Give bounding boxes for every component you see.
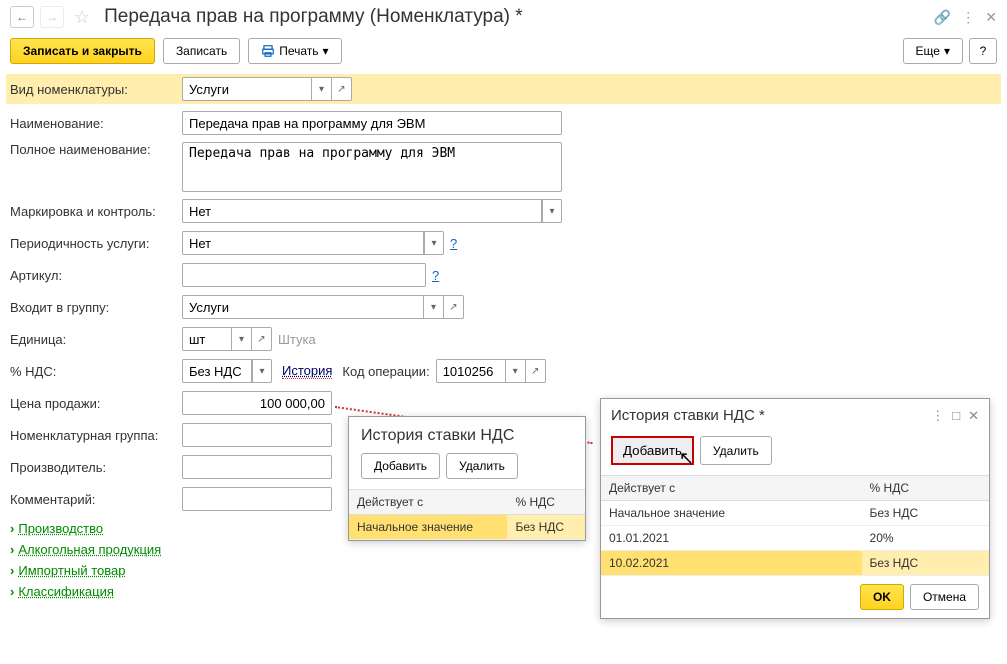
label-fullname: Полное наименование: — [10, 142, 182, 157]
favorite-icon[interactable]: ☆ — [74, 7, 90, 28]
col-vat: % НДС — [507, 490, 585, 515]
label-name: Наименование: — [10, 116, 182, 131]
type-input[interactable] — [182, 77, 312, 101]
manufacturer-input[interactable] — [182, 455, 332, 479]
label-type: Вид номенклатуры: — [10, 82, 182, 97]
periodicity-input[interactable] — [182, 231, 424, 255]
chevron-down-icon: ▾ — [323, 44, 329, 58]
label-unit: Единица: — [10, 332, 182, 347]
comment-input[interactable] — [182, 487, 332, 511]
popup1-title: История ставки НДС — [349, 417, 585, 453]
row-vat: % НДС: ▾ История Код операции: ▾ ↗ — [10, 358, 997, 384]
unit-input[interactable] — [182, 327, 232, 351]
op-code-input[interactable] — [436, 359, 506, 383]
more-icon[interactable]: ⋮ — [931, 408, 944, 424]
marking-input[interactable] — [182, 199, 542, 223]
save-and-close-button[interactable]: Записать и закрыть — [10, 38, 155, 64]
fullname-input[interactable]: Передача прав на программу для ЭВМ — [182, 142, 562, 192]
row-group: Входит в группу: ▾ ↗ — [10, 294, 997, 320]
col-vat: % НДС — [862, 476, 989, 501]
open-button[interactable]: ↗ — [444, 295, 464, 319]
open-button[interactable]: ↗ — [252, 327, 272, 351]
group-input[interactable] — [182, 295, 424, 319]
delete-button[interactable]: Удалить — [446, 453, 518, 479]
cancel-button[interactable]: Отмена — [910, 584, 979, 610]
maximize-icon[interactable]: □ — [952, 408, 960, 424]
row-marking: Маркировка и контроль: ▾ — [10, 198, 997, 224]
toolbar: Записать и закрыть Записать Печать ▾ Еще… — [0, 34, 1007, 74]
row-name: Наименование: — [10, 110, 997, 136]
history-table: Действует с% НДС Начальное значениеБез Н… — [349, 489, 585, 540]
ok-button[interactable]: OK — [860, 584, 904, 610]
vat-input[interactable] — [182, 359, 252, 383]
history-popup-small: История ставки НДС Добавить Удалить Дейс… — [348, 416, 586, 541]
label-manufacturer: Производитель: — [10, 460, 182, 475]
table-row[interactable]: 10.02.2021Без НДС — [601, 551, 989, 576]
label-vat: % НДС: — [10, 364, 182, 379]
chevron-down-icon: ▾ — [944, 44, 950, 58]
row-type: Вид номенклатуры: ▾ ↗ — [6, 74, 1001, 104]
history-link[interactable]: История — [282, 363, 332, 379]
dropdown-button[interactable]: ▾ — [506, 359, 526, 383]
more-menu-icon[interactable]: ⋮ — [961, 9, 975, 26]
dropdown-button[interactable]: ▾ — [542, 199, 562, 223]
add-button[interactable]: Добавить — [361, 453, 440, 479]
window-header: ← → ☆ Передача прав на программу (Номенк… — [0, 0, 1007, 34]
table-row[interactable]: Начальное значениеБез НДС — [601, 501, 989, 526]
dropdown-button[interactable]: ▾ — [232, 327, 252, 351]
label-periodicity: Периодичность услуги: — [10, 236, 182, 251]
article-input[interactable] — [182, 263, 426, 287]
label-marking: Маркировка и контроль: — [10, 204, 182, 219]
link-icon[interactable]: 🔗 — [934, 9, 951, 26]
print-button[interactable]: Печать ▾ — [248, 38, 341, 64]
close-icon[interactable]: ✕ — [968, 408, 979, 424]
open-button[interactable]: ↗ — [526, 359, 546, 383]
unit-hint: Штука — [278, 332, 316, 347]
window-title: Передача прав на программу (Номенклатура… — [104, 6, 928, 28]
row-article: Артикул: ? — [10, 262, 997, 288]
table-row[interactable]: Начальное значениеБез НДС — [349, 515, 585, 540]
label-group: Входит в группу: — [10, 300, 182, 315]
forward-button[interactable]: → — [40, 6, 64, 28]
help-button[interactable]: ? — [969, 38, 997, 64]
name-input[interactable] — [182, 111, 562, 135]
label-article: Артикул: — [10, 268, 182, 283]
printer-icon — [261, 44, 275, 58]
label-comment: Комментарий: — [10, 492, 182, 507]
label-price: Цена продажи: — [10, 396, 182, 411]
table-row[interactable]: 01.01.202120% — [601, 526, 989, 551]
col-date: Действует с — [601, 476, 862, 501]
close-icon[interactable]: ✕ — [985, 9, 997, 26]
popup2-title: История ставки НДС * — [611, 407, 931, 424]
print-label: Печать — [279, 44, 318, 58]
delete-button[interactable]: Удалить — [700, 436, 772, 465]
op-code-label: Код операции: — [342, 364, 429, 379]
more-button[interactable]: Еще ▾ — [903, 38, 963, 64]
history-table: Действует с% НДС Начальное значениеБез Н… — [601, 475, 989, 576]
row-unit: Единица: ▾ ↗ Штука — [10, 326, 997, 352]
row-fullname: Полное наименование: Передача прав на пр… — [10, 142, 997, 192]
price-input[interactable] — [182, 391, 332, 415]
label-nom-group: Номенклатурная группа: — [10, 428, 182, 443]
dropdown-button[interactable]: ▾ — [252, 359, 272, 383]
nom-group-input[interactable] — [182, 423, 332, 447]
back-button[interactable]: ← — [10, 6, 34, 28]
help-link[interactable]: ? — [450, 236, 457, 251]
help-link[interactable]: ? — [432, 268, 439, 283]
history-popup-large: История ставки НДС * ⋮ □ ✕ Добавить ↖ Уд… — [600, 398, 990, 619]
dropdown-button[interactable]: ▾ — [424, 231, 444, 255]
add-button-highlighted[interactable]: Добавить ↖ — [611, 436, 694, 465]
row-periodicity: Периодичность услуги: ▾ ? — [10, 230, 997, 256]
dropdown-button[interactable]: ▾ — [424, 295, 444, 319]
dropdown-button[interactable]: ▾ — [312, 77, 332, 101]
col-date: Действует с — [349, 490, 507, 515]
save-button[interactable]: Записать — [163, 38, 240, 64]
open-button[interactable]: ↗ — [332, 77, 352, 101]
